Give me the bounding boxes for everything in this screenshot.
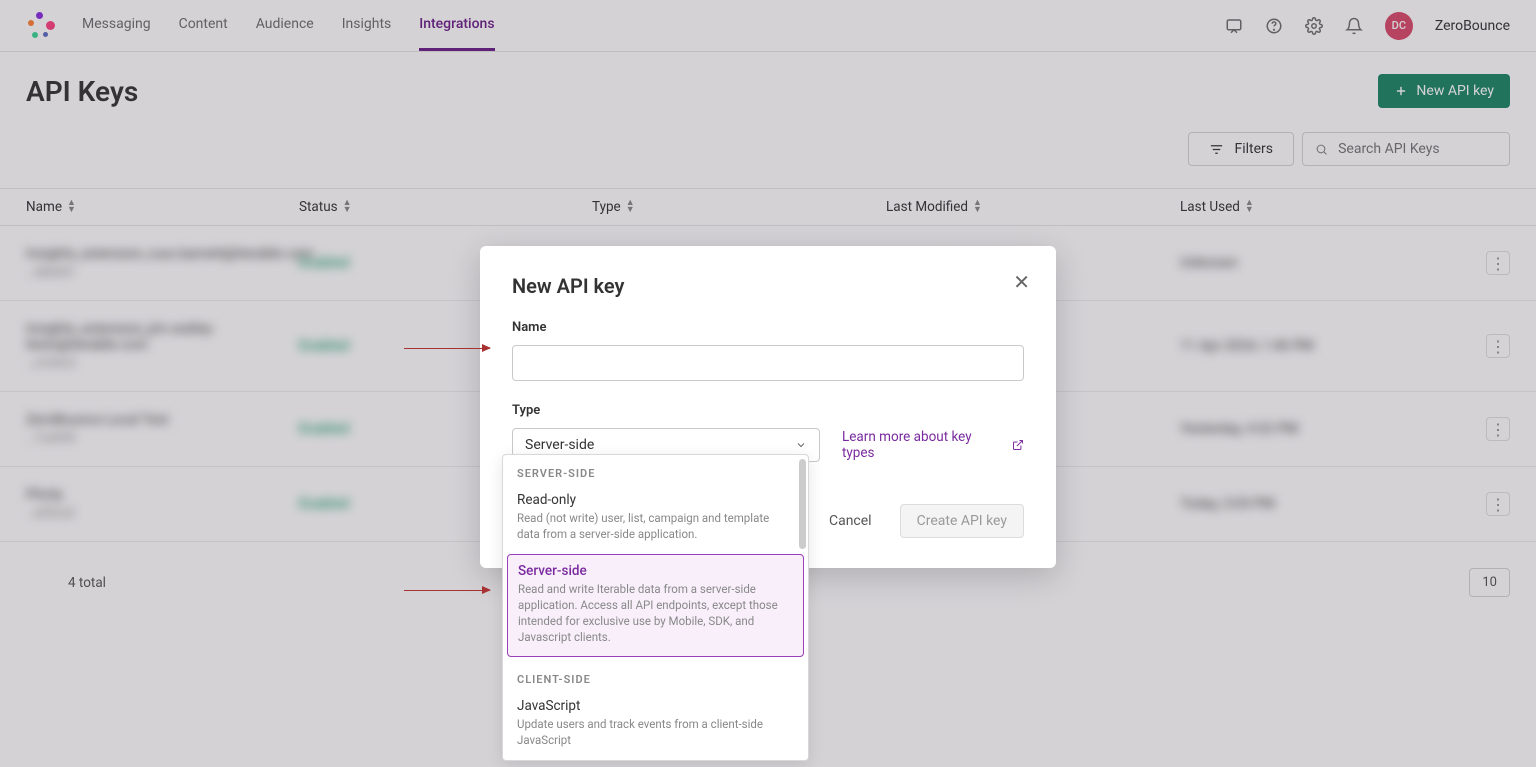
scrollbar[interactable] bbox=[799, 459, 806, 549]
type-label: Type bbox=[512, 403, 1024, 418]
dropdown-item-desc: Update users and track events from a cli… bbox=[517, 716, 794, 748]
close-icon[interactable]: ✕ bbox=[1013, 270, 1030, 294]
external-link-icon bbox=[1012, 439, 1024, 451]
cancel-button[interactable]: Cancel bbox=[819, 505, 882, 537]
name-label: Name bbox=[512, 320, 1024, 335]
dropdown-item-serverside[interactable]: Server-side Read and write Iterable data… bbox=[507, 554, 804, 656]
dropdown-item-readonly[interactable]: Read-only Read (not write) user, list, c… bbox=[503, 484, 808, 554]
dropdown-group-server: SERVER-SIDE bbox=[503, 455, 808, 484]
dropdown-item-desc: Read (not write) user, list, campaign an… bbox=[517, 510, 794, 542]
annotation-arrow bbox=[404, 590, 490, 591]
dropdown-item-title: Read-only bbox=[517, 492, 794, 508]
modal-title: New API key bbox=[512, 274, 1024, 298]
api-key-name-input[interactable] bbox=[512, 345, 1024, 381]
dropdown-group-client: CLIENT-SIDE bbox=[503, 661, 808, 690]
type-dropdown: SERVER-SIDE Read-only Read (not write) u… bbox=[502, 454, 809, 761]
create-api-key-button[interactable]: Create API key bbox=[900, 504, 1024, 538]
type-select-value: Server-side bbox=[525, 437, 594, 453]
chevron-down-icon bbox=[795, 439, 807, 451]
annotation-arrow bbox=[404, 348, 490, 349]
dropdown-item-title: Server-side bbox=[518, 563, 793, 579]
dropdown-item-desc: Read and write Iterable data from a serv… bbox=[518, 581, 793, 645]
learn-more-link[interactable]: Learn more about key types bbox=[842, 429, 1024, 461]
dropdown-item-javascript[interactable]: JavaScript Update users and track events… bbox=[503, 690, 808, 760]
learn-more-label: Learn more about key types bbox=[842, 429, 1006, 461]
dropdown-item-title: JavaScript bbox=[517, 698, 794, 714]
